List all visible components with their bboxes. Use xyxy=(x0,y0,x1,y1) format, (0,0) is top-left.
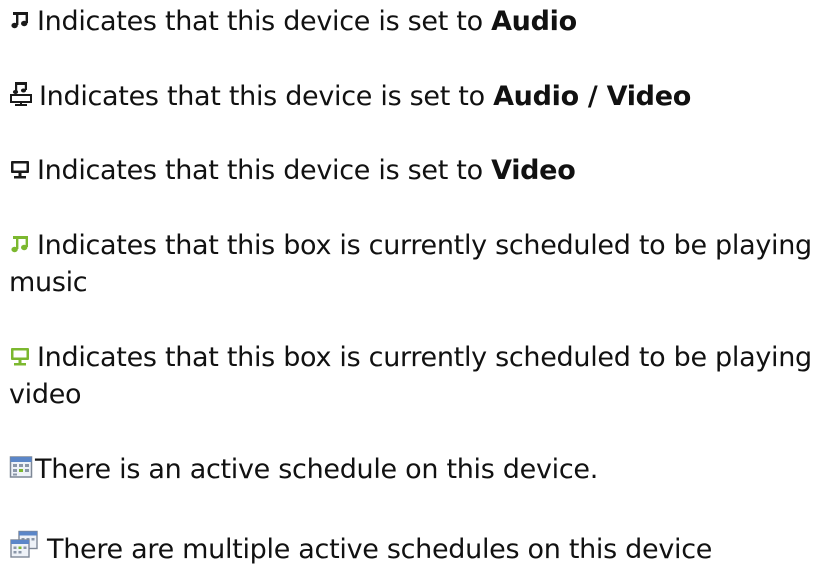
legend-emphasis: Audio xyxy=(491,6,577,37)
legend-item-playing-video: Indicates that this box is currently sch… xyxy=(9,339,813,413)
calendar-icon xyxy=(9,455,33,479)
legend-text: Indicates that this box is currently sch… xyxy=(9,342,812,410)
legend-item-multiple-schedules: There are multiple active schedules on t… xyxy=(9,530,813,568)
legend-text: Indicates that this device is set to xyxy=(39,81,494,112)
legend-text: There are multiple active schedules on t… xyxy=(47,534,713,565)
music-note-icon xyxy=(9,9,31,31)
legend-text: Indicates that this box is currently sch… xyxy=(9,230,812,298)
monitor-icon xyxy=(9,158,31,180)
legend-item-video: Indicates that this device is set to Vid… xyxy=(9,152,813,189)
legend-item-active-schedule: There is an active schedule on this devi… xyxy=(9,451,813,488)
legend-text: Indicates that this device is set to xyxy=(37,6,492,37)
legend-item-playing-music: Indicates that this box is currently sch… xyxy=(9,227,813,301)
audio-video-icon xyxy=(9,80,33,106)
legend-item-audio: Indicates that this device is set to Aud… xyxy=(9,3,813,40)
legend-text: Indicates that this device is set to xyxy=(37,155,492,186)
legend-text: There is an active schedule on this devi… xyxy=(35,454,598,485)
legend-emphasis: Video xyxy=(491,155,576,186)
music-note-green-icon xyxy=(9,233,31,255)
legend-item-audio-video: Indicates that this device is set to Aud… xyxy=(9,78,813,115)
legend-emphasis: Audio / Video xyxy=(493,81,691,112)
calendar-multiple-icon xyxy=(9,530,39,560)
monitor-green-icon xyxy=(9,345,31,367)
